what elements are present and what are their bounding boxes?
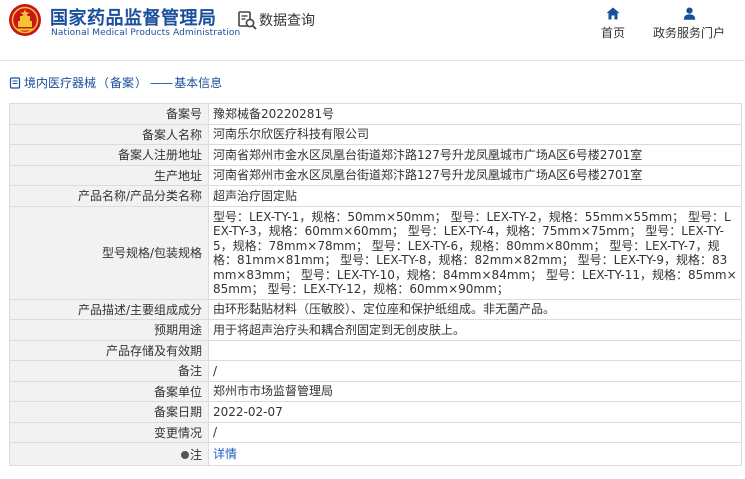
table-row: 产品描述/主要组成成分 由环形黏贴材料（压敏胶）、定位座和保护纸组成。非无菌产品…: [9, 298, 742, 320]
data-query-label: 数据查询: [259, 13, 315, 29]
field-label: 注: [189, 447, 202, 462]
table-row: 备案号 豫郑械备20220281号: [9, 103, 742, 125]
field-label: 产品描述/主要组成成分: [9, 298, 209, 320]
field-label: 备注: [9, 360, 209, 382]
field-label: 备案人注册地址: [9, 144, 209, 166]
table-row: 注 详情: [9, 442, 742, 466]
table-row: 生产地址 河南省郑州市金水区凤凰台街道郑汴路127号升龙凤凰城市广场A区6号楼2…: [9, 164, 742, 186]
brand-title: 国家药品监督管理局: [50, 8, 217, 29]
data-search-icon: [238, 11, 257, 30]
nav-gov-label: 政务服务门户: [652, 26, 725, 40]
field-value: 郑州市市场监督管理局: [208, 380, 742, 402]
field-value: 超声治疗固定贴: [208, 185, 742, 207]
field-value: 河南省郑州市金水区凤凰台街道郑汴路127号升龙凤凰城市广场A区6号楼2701室: [208, 144, 742, 166]
field-label: 产品名称/产品分类名称: [9, 185, 209, 207]
table-row: 备案人注册地址 河南省郑州市金水区凤凰台街道郑汴路127号升龙凤凰城市广场A区6…: [9, 144, 742, 166]
field-label: 备案人名称: [9, 123, 209, 145]
field-label: 产品存储及有效期: [9, 339, 209, 361]
field-value: 豫郑械备20220281号: [208, 103, 742, 125]
table-row: 备案人名称 河南乐尔欣医疗科技有限公司: [9, 123, 742, 145]
field-label: 型号规格/包装规格: [9, 205, 209, 300]
breadcrumb: 境内医疗器械 （ 备案 ） —— 基本信息: [9, 74, 222, 91]
nav-gov-portal[interactable]: 政务服务门户: [649, 7, 729, 41]
field-value: /: [208, 360, 742, 382]
table-row: 产品名称/产品分类名称 超声治疗固定贴: [9, 185, 742, 207]
breadcrumb-sub: 备案: [110, 76, 135, 90]
field-value: 详情: [208, 442, 742, 466]
field-label: 预期用途: [9, 319, 209, 341]
field-label: 备案号: [9, 103, 209, 125]
field-value: 河南乐尔欣医疗科技有限公司: [208, 123, 742, 145]
document-icon: [9, 76, 21, 89]
field-label: 变更情况: [9, 421, 209, 443]
user-icon: [683, 7, 695, 20]
header-divider: [0, 60, 745, 61]
breadcrumb-category: 境内医疗器械: [24, 76, 97, 90]
field-value: 河南省郑州市金水区凤凰台街道郑汴路127号升龙凤凰城市广场A区6号楼2701室: [208, 164, 742, 186]
note-label-cell: 注: [9, 442, 209, 466]
table-row: 产品存储及有效期: [9, 339, 742, 361]
table-row: 型号规格/包装规格 型号：LEX-TY-1，规格：50mm×50mm； 型号：L…: [9, 205, 742, 300]
data-query-link[interactable]: 数据查询: [237, 10, 315, 30]
nav-home[interactable]: 首页: [597, 7, 629, 41]
table-row: 备案日期 2022-02-07: [9, 401, 742, 423]
table-row: 备注 /: [9, 360, 742, 382]
nav-home-label: 首页: [600, 26, 625, 40]
brand-subtitle: National Medical Products Administration: [51, 28, 241, 38]
home-icon: [606, 7, 620, 20]
table-row: 预期用途 用于将超声治疗头和耦合剂固定到无创皮肤上。: [9, 319, 742, 341]
field-value: 型号：LEX-TY-1，规格：50mm×50mm； 型号：LEX-TY-2，规格…: [208, 205, 742, 300]
site-header: 国家药品监督管理局 National Medical Products Admi…: [0, 0, 745, 50]
field-label: 备案单位: [9, 380, 209, 402]
field-value: 用于将超声治疗头和耦合剂固定到无创皮肤上。: [208, 319, 742, 341]
field-label: 备案日期: [9, 401, 209, 423]
field-value: 2022-02-07: [208, 401, 742, 423]
field-value: /: [208, 421, 742, 443]
breadcrumb-section: 基本信息: [174, 76, 223, 90]
record-table: 备案号 豫郑械备20220281号 备案人名称 河南乐尔欣医疗科技有限公司 备案…: [9, 103, 742, 466]
table-row: 变更情况 /: [9, 421, 742, 443]
field-value: [208, 339, 742, 361]
emblem-logo: [9, 4, 41, 36]
field-value: 由环形黏贴材料（压敏胶）、定位座和保护纸组成。非无菌产品。: [208, 298, 742, 320]
detail-link[interactable]: 详情: [213, 447, 237, 461]
pin-icon: [180, 450, 189, 459]
table-row: 备案单位 郑州市市场监督管理局: [9, 380, 742, 402]
field-label: 生产地址: [9, 164, 209, 186]
